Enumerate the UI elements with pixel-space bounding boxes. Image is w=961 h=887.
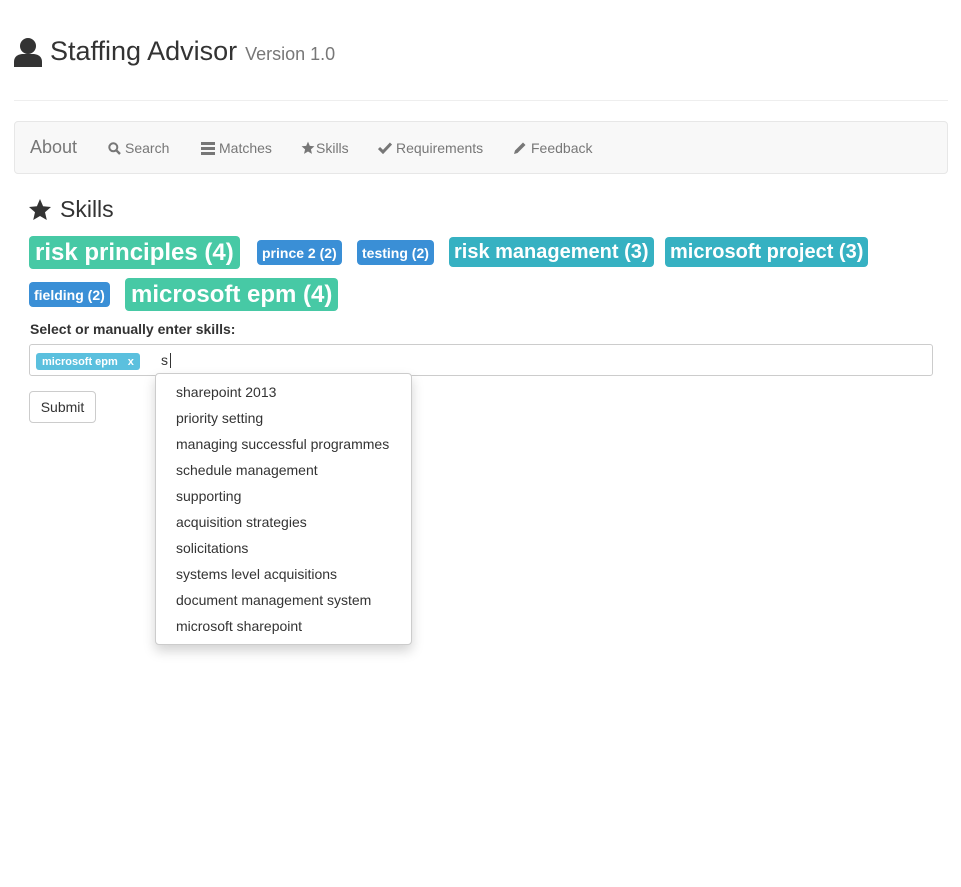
suggestion-item[interactable]: solicitations	[176, 540, 248, 556]
text-caret	[170, 353, 171, 368]
nav-item-requirements[interactable]: Requirements	[378, 140, 483, 156]
skill-tag-testing[interactable]: testing (2)	[357, 240, 434, 265]
suggestion-item[interactable]: acquisition strategies	[176, 514, 307, 530]
skills-heading: Skills	[28, 196, 114, 223]
selected-skill-chip: microsoft epm x	[36, 353, 140, 370]
nav-item-label: Matches	[219, 140, 272, 156]
suggestion-item[interactable]: systems level acquisitions	[176, 566, 337, 582]
skill-tag-fielding[interactable]: fielding (2)	[29, 282, 110, 307]
skill-tag-risk-management[interactable]: risk management (3)	[449, 237, 654, 267]
suggestion-item[interactable]: priority setting	[176, 410, 263, 426]
star-icon	[29, 198, 51, 220]
suggestion-item[interactable]: document management system	[176, 592, 371, 608]
typed-text: s	[161, 352, 168, 368]
check-icon	[378, 142, 392, 154]
pencil-icon	[514, 142, 526, 154]
suggestion-item[interactable]: microsoft sharepoint	[176, 618, 302, 634]
chip-label: microsoft epm	[42, 355, 118, 368]
search-icon	[108, 141, 121, 155]
app-title: Staffing Advisor	[50, 36, 238, 66]
nav-item-skills[interactable]: Skills	[301, 140, 349, 156]
skill-tag-risk-principles[interactable]: risk principles (4)	[29, 236, 240, 269]
nav-item-search[interactable]: Search	[108, 140, 169, 156]
skills-tag-input[interactable]: microsoft epm x s	[29, 344, 933, 376]
skill-tag-prince-2[interactable]: prince 2 (2)	[257, 240, 342, 265]
skills-input-label: Select or manually enter skills:	[30, 321, 236, 337]
chip-remove-button[interactable]: x	[128, 356, 134, 368]
submit-button[interactable]: Submit	[29, 391, 96, 423]
app-version: Version 1.0	[245, 44, 336, 64]
nav-item-feedback[interactable]: Feedback	[513, 140, 592, 156]
nav-item-label: Requirements	[396, 140, 484, 156]
nav-item-matches[interactable]: Matches	[201, 140, 272, 156]
navbar: About Search Matches Skills Requirements…	[14, 121, 948, 174]
nav-brand-about[interactable]: About	[30, 137, 77, 158]
list-icon	[201, 141, 215, 155]
header-divider	[14, 100, 948, 101]
star-icon	[301, 141, 315, 154]
suggestion-item[interactable]: sharepoint 2013	[176, 384, 276, 400]
suggestions-dropdown: sharepoint 2013 priority setting managin…	[155, 373, 412, 645]
nav-item-label: Skills	[316, 140, 349, 156]
skill-tag-microsoft-project[interactable]: microsoft project (3)	[665, 237, 869, 267]
nav-item-label: Feedback	[531, 140, 593, 156]
skills-heading-label: Skills	[60, 196, 114, 222]
suggestion-item[interactable]: supporting	[176, 488, 241, 504]
user-icon	[14, 37, 42, 67]
suggestion-item[interactable]: managing successful programmes	[176, 436, 389, 452]
nav-item-label: Search	[125, 140, 170, 156]
page-header: Staffing Advisor Version 1.0	[14, 36, 335, 67]
suggestion-item[interactable]: schedule management	[176, 462, 318, 478]
skill-tag-microsoft-epm[interactable]: microsoft epm (4)	[125, 278, 339, 311]
